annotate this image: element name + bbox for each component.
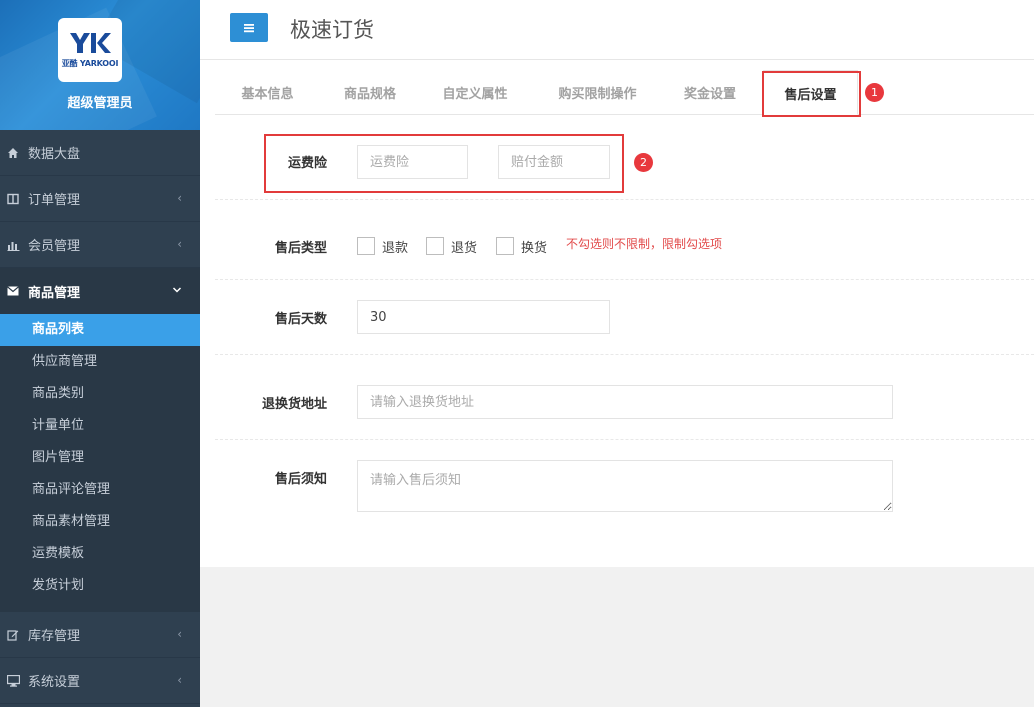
company-logo: 亚酷 YARKOOI [58,18,122,82]
sidebar-subitem-suppliers[interactable]: 供应商管理 [0,346,200,378]
row-divider [215,279,1034,280]
tab-custom-attributes[interactable]: 自定义属性 [420,70,530,115]
edit-icon [6,628,20,642]
return-address-label: 退换货地址 [261,397,327,412]
hamburger-icon [244,23,254,32]
return-option-label: 退货 [451,241,478,256]
chevron-left-icon: ‹ [177,673,182,687]
envelope-icon [6,284,20,298]
sidebar-item-label: 数据大盘 [28,147,81,162]
sidebar-item-orders[interactable]: 订单管理 ‹ [0,176,200,222]
compensation-amount-input[interactable] [498,145,610,179]
sidebar-subitem-units[interactable]: 计量单位 [0,410,200,442]
aftersale-type-label: 售后类型 [274,241,327,256]
main-panel: 基本信息 商品规格 自定义属性 购买限制操作 奖金设置 售后设置 1 2 运费险… [200,60,1034,567]
sidebar-subitem-images[interactable]: 图片管理 [0,442,200,474]
topbar: 极速订货 [200,0,1034,60]
sidebar-submenu-products: 商品列表 供应商管理 商品类别 计量单位 图片管理 商品评论管理 商品素材管理 … [0,314,200,612]
annotation-badge-1: 1 [865,83,884,102]
sidebar-subitem-materials[interactable]: 商品素材管理 [0,506,200,538]
sidebar: 亚酷 YARKOOI 超级管理员 数据大盘 订单管理 ‹ 会员管理 ‹ 商品管理… [0,0,200,707]
chevron-left-icon: ‹ [177,237,182,251]
chevron-left-icon: ‹ [177,191,182,205]
refund-checkbox[interactable] [357,237,375,255]
aftersale-notice-label: 售后须知 [274,472,327,487]
sidebar-item-label: 系统设置 [28,675,81,690]
tab-purchase-limits[interactable]: 购买限制操作 [530,70,665,115]
sidebar-subitem-product-list[interactable]: 商品列表 [0,314,200,346]
refund-option-label: 退款 [382,241,409,256]
page-title: 极速订货 [290,18,374,42]
sidebar-item-label: 商品管理 [28,285,81,301]
sidebar-subitem-delivery-plan[interactable]: 发货计划 [0,570,200,602]
shipping-insurance-label: 运费险 [287,156,327,171]
sidebar-subitem-categories[interactable]: 商品类别 [0,378,200,410]
sidebar-item-label: 订单管理 [28,193,81,208]
sidebar-item-label: 库存管理 [28,629,81,644]
sidebar-item-inventory[interactable]: 库存管理 ‹ [0,612,200,658]
logo-text: 亚酷 YARKOOI [61,59,119,68]
aftersale-notice-textarea[interactable] [357,460,893,512]
return-address-input[interactable] [357,385,893,419]
monitor-icon [6,674,20,688]
row-divider [215,354,1034,355]
chevron-down-icon [172,283,182,297]
exchange-option-label: 换货 [521,241,548,256]
sidebar-item-label: 会员管理 [28,239,81,254]
sidebar-item-dashboard[interactable]: 数据大盘 [0,130,200,176]
aftersale-days-label: 售后天数 [274,312,327,327]
bar-chart-icon [6,238,20,252]
chevron-left-icon: ‹ [177,627,182,641]
admin-name: 超级管理员 [67,96,133,111]
sidebar-subitem-shipping-templates[interactable]: 运费模板 [0,538,200,570]
menu-toggle-button[interactable] [230,13,268,42]
row-divider [215,199,1034,200]
tab-bar: 基本信息 商品规格 自定义属性 购买限制操作 奖金设置 售后设置 [215,70,1034,115]
profile-header: 亚酷 YARKOOI 超级管理员 [0,0,200,130]
tab-specifications[interactable]: 商品规格 [320,70,420,115]
annotation-badge-2: 2 [634,153,653,172]
logo-mark-icon [70,33,111,53]
return-checkbox[interactable] [426,237,444,255]
sidebar-item-products[interactable]: 商品管理 [0,268,200,314]
aftersale-days-input[interactable] [357,300,610,334]
home-icon [6,146,20,160]
exchange-checkbox[interactable] [496,237,514,255]
shipping-insurance-input[interactable] [357,145,468,179]
sidebar-item-members[interactable]: 会员管理 ‹ [0,222,200,268]
aftersale-type-hint: 不勾选则不限制，限制勾选项 [566,237,723,251]
tab-basic-info[interactable]: 基本信息 [215,70,320,115]
annotation-box-1 [762,71,861,117]
tab-bonus-settings[interactable]: 奖金设置 [665,70,755,115]
row-divider [215,439,1034,440]
columns-icon [6,192,20,206]
sidebar-item-system-settings[interactable]: 系统设置 ‹ [0,658,200,704]
sidebar-subitem-reviews[interactable]: 商品评论管理 [0,474,200,506]
